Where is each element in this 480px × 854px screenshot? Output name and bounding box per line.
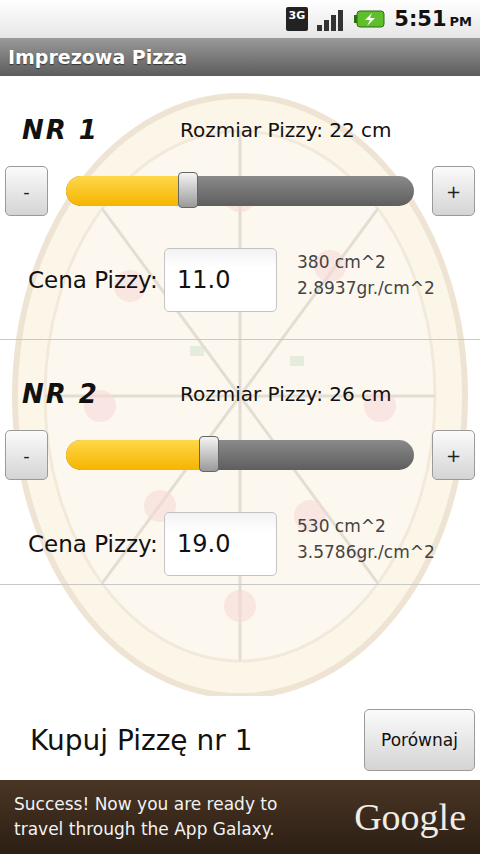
slider-thumb[interactable] bbox=[199, 436, 219, 472]
pizza-info: 530 cm^23.5786gr./cm^2 bbox=[297, 513, 435, 565]
price-input[interactable]: 11.0 bbox=[164, 248, 277, 312]
size-label: Rozmiar Pizzy: 26 cm bbox=[180, 382, 392, 406]
unit-price-text: 2.8937gr./cm^2 bbox=[297, 275, 435, 301]
network-badge: 3G bbox=[286, 7, 309, 31]
decrement-button[interactable]: - bbox=[5, 430, 48, 480]
pizza-section: NR 2Rozmiar Pizzy: 26 cm-+Cena Pizzy:19.… bbox=[0, 340, 480, 585]
decrement-button[interactable]: - bbox=[5, 166, 48, 216]
content: NR 1Rozmiar Pizzy: 22 cm-+Cena Pizzy:11.… bbox=[0, 76, 480, 780]
area-text: 530 cm^2 bbox=[297, 513, 435, 539]
price-label: Cena Pizzy: bbox=[28, 267, 164, 293]
ad-text: Success! Now you are ready totravel thro… bbox=[14, 792, 277, 842]
size-slider-row: -+ bbox=[0, 430, 480, 480]
clock: 5:51PM bbox=[394, 7, 472, 31]
size-slider[interactable] bbox=[66, 440, 414, 470]
price-input[interactable]: 19.0 bbox=[164, 512, 277, 576]
signal-icon bbox=[316, 7, 346, 31]
result-text: Kupuj Pizzę nr 1 bbox=[30, 724, 252, 757]
title-bar: Imprezowa Pizza bbox=[0, 38, 480, 76]
pizza-header: NR 2Rozmiar Pizzy: 26 cm bbox=[0, 374, 480, 414]
pizza-header: NR 1Rozmiar Pizzy: 22 cm bbox=[0, 110, 480, 150]
compare-button[interactable]: Porównaj bbox=[364, 709, 475, 771]
result-row: Kupuj Pizzę nr 1 Porównaj bbox=[0, 709, 480, 780]
ad-banner[interactable]: Success! Now you are ready totravel thro… bbox=[0, 780, 480, 854]
area-text: 380 cm^2 bbox=[297, 249, 435, 275]
status-bar: 3G 5:51PM bbox=[0, 0, 480, 38]
increment-button[interactable]: + bbox=[432, 430, 475, 480]
price-row: Cena Pizzy:11.0 380 cm^22.8937gr./cm^2 bbox=[0, 248, 480, 312]
size-slider-row: -+ bbox=[0, 166, 480, 216]
battery-icon bbox=[354, 9, 386, 29]
pizza-number: NR 1 bbox=[22, 115, 180, 145]
pizza-info: 380 cm^22.8937gr./cm^2 bbox=[297, 249, 435, 301]
size-slider[interactable] bbox=[66, 176, 414, 206]
pizza-section: NR 1Rozmiar Pizzy: 22 cm-+Cena Pizzy:11.… bbox=[0, 76, 480, 340]
increment-button[interactable]: + bbox=[432, 166, 475, 216]
size-label: Rozmiar Pizzy: 22 cm bbox=[180, 118, 392, 142]
price-label: Cena Pizzy: bbox=[28, 531, 164, 557]
pizza-number: NR 2 bbox=[22, 379, 180, 409]
ad-logo: Google bbox=[354, 795, 466, 839]
slider-thumb[interactable] bbox=[178, 172, 198, 208]
price-row: Cena Pizzy:19.0 530 cm^23.5786gr./cm^2 bbox=[0, 512, 480, 576]
unit-price-text: 3.5786gr./cm^2 bbox=[297, 539, 435, 565]
slider-fill bbox=[66, 176, 188, 206]
screen: 3G5:51PMImprezowa PizzaNR 1Rozmiar Pizzy… bbox=[0, 0, 480, 854]
slider-fill bbox=[66, 440, 209, 470]
